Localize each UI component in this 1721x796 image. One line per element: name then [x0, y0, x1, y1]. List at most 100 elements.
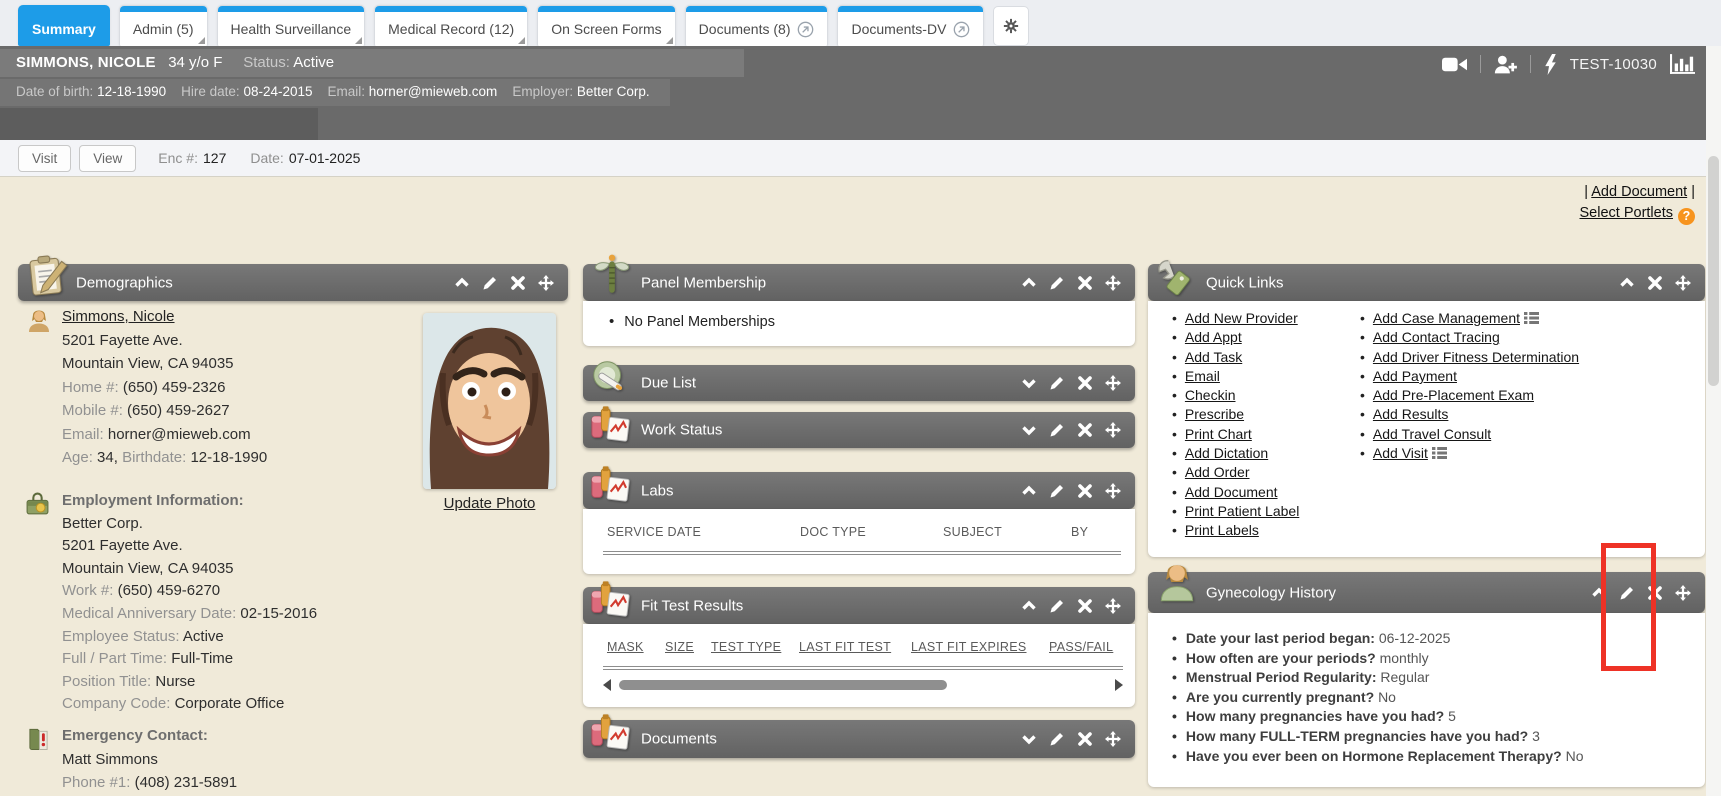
edit-icon[interactable] [1049, 375, 1065, 391]
horizontal-scrollbar-thumb[interactable] [619, 680, 947, 690]
quick-link[interactable]: Print Labels [1185, 522, 1259, 538]
fit-column-last-fit-test[interactable]: LAST FIT TEST [799, 640, 891, 654]
add-person-icon[interactable] [1494, 55, 1517, 74]
close-icon[interactable] [1077, 375, 1093, 391]
edit-icon[interactable] [482, 275, 498, 291]
tab-summary[interactable]: Summary [18, 5, 110, 46]
collapse-icon[interactable] [1021, 483, 1037, 499]
tab-settings-button[interactable] [993, 6, 1029, 46]
tab-documents[interactable]: Documents (8) [685, 5, 829, 46]
tab-label: Medical Record (12) [388, 21, 514, 37]
move-icon[interactable] [1675, 585, 1691, 601]
quick-link[interactable]: Print Chart [1185, 426, 1252, 442]
move-icon[interactable] [1675, 275, 1691, 291]
move-icon[interactable] [1105, 422, 1121, 438]
fit-column-test-type[interactable]: TEST TYPE [711, 640, 781, 654]
move-icon[interactable] [1105, 731, 1121, 747]
fit-column-last-fit-expires[interactable]: LAST FIT EXPIRES [911, 640, 1027, 654]
page-scrollbar-track[interactable] [1706, 46, 1721, 796]
tab-health-surveillance[interactable]: Health Surveillance [217, 5, 366, 46]
fit-column-pass-fail[interactable]: PASS/FAIL [1049, 640, 1113, 654]
quick-link[interactable]: Email [1185, 368, 1220, 384]
external-link-icon[interactable] [953, 21, 970, 38]
caduceus-icon [589, 252, 635, 298]
add-document-link[interactable]: Add Document [1591, 184, 1687, 200]
page-scrollbar-thumb[interactable] [1708, 156, 1719, 386]
move-icon[interactable] [1105, 275, 1121, 291]
medical-anniversary-value: 02-15-2016 [240, 605, 317, 622]
list-menu-icon[interactable] [1524, 312, 1539, 324]
quick-link[interactable]: Prescribe [1185, 406, 1244, 422]
quick-link[interactable]: Add Payment [1373, 368, 1457, 384]
summary-content: | Add Document | Select Portlets? Demogr… [0, 177, 1721, 796]
scroll-left-arrow[interactable] [603, 679, 611, 691]
quick-link[interactable]: Add Task [1185, 349, 1242, 365]
video-camera-icon[interactable] [1442, 56, 1467, 73]
tab-label: Summary [32, 21, 96, 37]
close-icon[interactable] [1077, 275, 1093, 291]
visit-button[interactable]: Visit [18, 145, 71, 172]
update-photo-link[interactable]: Update Photo [444, 495, 536, 512]
tab-on-screen-forms[interactable]: On Screen Forms [537, 5, 675, 46]
move-icon[interactable] [538, 275, 554, 291]
quick-link[interactable]: Add Driver Fitness Determination [1373, 349, 1579, 365]
lightning-bolt-icon[interactable] [1544, 54, 1557, 75]
tab-admin[interactable]: Admin (5) [119, 5, 208, 46]
fit-column-mask[interactable]: MASK [607, 640, 644, 654]
quick-link[interactable]: Add Contact Tracing [1373, 329, 1500, 345]
collapse-icon[interactable] [1021, 275, 1037, 291]
close-icon[interactable] [1077, 422, 1093, 438]
quick-link[interactable]: Add New Provider [1185, 310, 1298, 326]
close-icon[interactable] [1647, 275, 1663, 291]
view-button[interactable]: View [79, 145, 136, 172]
birthdate-value: 12-18-1990 [190, 449, 267, 466]
collapse-icon[interactable] [454, 275, 470, 291]
quick-link[interactable]: Checkin [1185, 387, 1236, 403]
edit-icon[interactable] [1049, 275, 1065, 291]
portlet-body-panel-membership: •No Panel Memberships [583, 301, 1135, 346]
employee-status-value: Active [183, 628, 224, 645]
edit-icon[interactable] [1049, 483, 1065, 499]
tab-medical-record[interactable]: Medical Record (12) [374, 5, 528, 46]
portlet-title: Gynecology History [1206, 584, 1336, 601]
expand-icon[interactable] [1021, 422, 1037, 438]
quick-link[interactable]: Add Pre-Placement Exam [1373, 387, 1534, 403]
external-link-icon[interactable] [797, 21, 814, 38]
quick-link[interactable]: Print Patient Label [1185, 503, 1299, 519]
quick-link[interactable]: Add Appt [1185, 329, 1242, 345]
bar-chart-icon[interactable] [1670, 54, 1695, 74]
mobile-phone-label: Mobile #: [62, 402, 123, 419]
edit-icon[interactable] [1049, 731, 1065, 747]
expand-icon[interactable] [1021, 375, 1037, 391]
close-icon[interactable] [1077, 483, 1093, 499]
move-icon[interactable] [1105, 483, 1121, 499]
header-band [0, 108, 318, 140]
close-icon[interactable] [510, 275, 526, 291]
quick-link[interactable]: Add Document [1185, 484, 1278, 500]
tab-documents-dv[interactable]: Documents-DV [837, 5, 984, 46]
quick-link[interactable]: Add Order [1185, 464, 1250, 480]
edit-icon[interactable] [1049, 422, 1065, 438]
email-label: Email: [328, 84, 366, 99]
move-icon[interactable] [1105, 375, 1121, 391]
fit-column-size[interactable]: SIZE [665, 640, 694, 654]
close-icon[interactable] [1077, 731, 1093, 747]
hire-date-label: Hire date: [181, 84, 240, 99]
patient-name-link[interactable]: Simmons, Nicole [62, 308, 175, 325]
expand-icon[interactable] [1021, 731, 1037, 747]
edit-icon[interactable] [1049, 598, 1065, 614]
help-icon[interactable]: ? [1678, 208, 1695, 225]
scroll-right-arrow[interactable] [1115, 679, 1123, 691]
close-icon[interactable] [1077, 598, 1093, 614]
collapse-icon[interactable] [1619, 275, 1635, 291]
portlet-header-quick-links: Quick Links [1148, 264, 1705, 301]
list-menu-icon[interactable] [1432, 447, 1447, 459]
collapse-icon[interactable] [1021, 598, 1037, 614]
quick-link[interactable]: Add Case Management [1373, 310, 1520, 326]
move-icon[interactable] [1105, 598, 1121, 614]
quick-link[interactable]: Add Results [1373, 406, 1448, 422]
quick-link[interactable]: Add Travel Consult [1373, 426, 1491, 442]
quick-link[interactable]: Add Visit [1373, 445, 1428, 461]
select-portlets-link[interactable]: Select Portlets [1580, 205, 1674, 221]
quick-link[interactable]: Add Dictation [1185, 445, 1268, 461]
